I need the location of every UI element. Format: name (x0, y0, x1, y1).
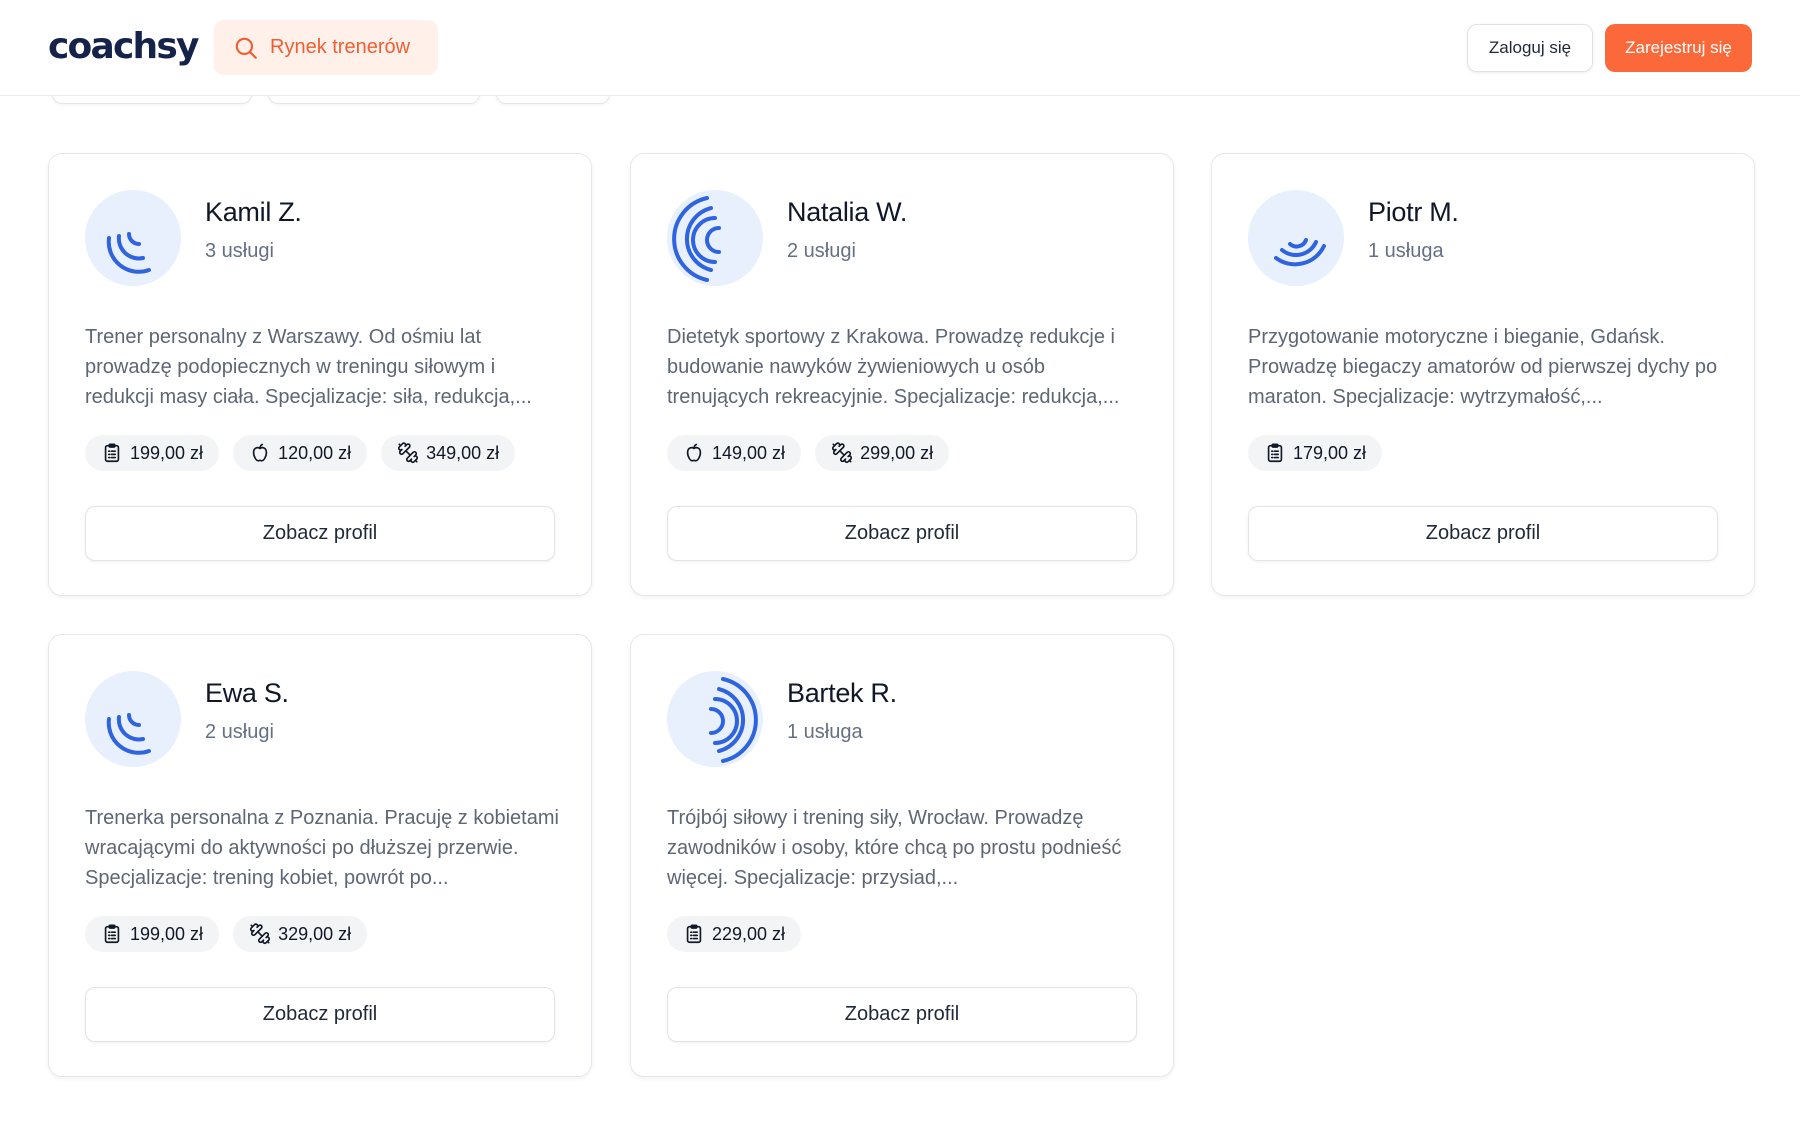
arcs-bottom-left-icon (85, 190, 181, 286)
trainer-name[interactable]: Piotr M. (1368, 197, 1459, 228)
trainer-description: Trójbój siłowy i trening siły, Wrocław. … (667, 807, 1122, 889)
top-navigation-bar: coachsy Rynek trenerów Zaloguj się Zarej… (0, 0, 1800, 96)
price-value: 120,00 zł (278, 442, 352, 463)
price-value: 199,00 zł (130, 923, 204, 944)
view-profile-button[interactable]: Zobacz profil (1248, 506, 1718, 561)
price-list: 229,00 zł (667, 916, 802, 952)
service-count: 1 usługa (1368, 240, 1444, 262)
trainer-avatar[interactable] (667, 190, 763, 286)
price-value: 349,00 zł (426, 442, 500, 463)
dumbbell-icon (397, 442, 426, 464)
trainer-market-button[interactable]: Rynek trenerów (214, 20, 438, 75)
view-profile-button[interactable]: Zobacz profil (667, 987, 1137, 1042)
trainer-card: Kamil Z. 3 usługi Trener personalny z Wars… (48, 153, 592, 596)
arcs-bottom-right-icon (1248, 190, 1344, 286)
price-value: 179,00 zł (1293, 442, 1367, 463)
trainer-name[interactable]: Bartek R. (787, 678, 897, 709)
trainer-avatar[interactable] (85, 671, 181, 767)
clipboard-icon (101, 442, 130, 464)
price-chip: 149,00 zł (667, 435, 802, 471)
register-button[interactable]: Zarejestruj się (1605, 24, 1752, 72)
price-chip: 329,00 zł (233, 916, 368, 952)
price-list: 149,00 zł 299,00 zł (667, 435, 950, 471)
trainer-name[interactable]: Kamil Z. (205, 197, 302, 228)
apple-icon (683, 442, 712, 464)
price-value: 229,00 zł (712, 923, 786, 944)
arcs-bottom-left-icon (85, 671, 181, 767)
price-chip: 199,00 zł (85, 435, 220, 471)
apple-icon (249, 442, 278, 464)
price-chip: 299,00 zł (815, 435, 950, 471)
trainer-card: Ewa S. 2 usługi Trenerka personalna z Pozn… (48, 634, 592, 1077)
login-button[interactable]: Zaloguj się (1467, 24, 1593, 72)
price-list: 179,00 zł (1248, 435, 1383, 471)
price-chip: 349,00 zł (381, 435, 516, 471)
trainer-card: Piotr M. 1 usługa Przygotowanie motoryczne… (1211, 153, 1755, 596)
trainer-avatar[interactable] (85, 190, 181, 286)
price-value: 299,00 zł (860, 442, 934, 463)
trainer-market-label: Rynek trenerów (270, 36, 411, 58)
trainer-card: Bartek R. 1 usługa Trójbój siłowy i trenin… (630, 634, 1174, 1077)
trainer-description: Trenerka personalna z Poznania. Pracuję … (85, 807, 559, 889)
view-profile-button[interactable]: Zobacz profil (667, 506, 1137, 561)
clipboard-icon (683, 923, 712, 945)
price-value: 149,00 zł (712, 442, 786, 463)
trainer-description: Dietetyk sportowy z Krakowa. Prowadzę re… (667, 326, 1120, 408)
service-count: 2 usługi (205, 721, 274, 743)
price-chip: 179,00 zł (1248, 435, 1383, 471)
service-count: 3 usługi (205, 240, 274, 262)
trainer-name[interactable]: Natalia W. (787, 197, 907, 228)
trainer-avatar[interactable] (1248, 190, 1344, 286)
dumbbell-icon (249, 923, 278, 945)
price-chip: 229,00 zł (667, 916, 802, 952)
clipboard-icon (1264, 442, 1293, 464)
view-profile-button[interactable]: Zobacz profil (85, 987, 555, 1042)
trainer-description: Trener personalny z Warszawy. Od ośmiu l… (85, 326, 532, 408)
dumbbell-icon (831, 442, 860, 464)
arcs-left-icon (667, 190, 763, 286)
trainer-card: Natalia W. 2 usługi Dietetyk sportowy z Kr… (630, 153, 1174, 596)
trainer-description: Przygotowanie motoryczne i bieganie, Gda… (1248, 326, 1718, 408)
price-value: 199,00 zł (130, 442, 204, 463)
view-profile-button[interactable]: Zobacz profil (85, 506, 555, 561)
search-icon (235, 37, 257, 59)
service-count: 1 usługa (787, 721, 863, 743)
trainer-avatar[interactable] (667, 671, 763, 767)
price-list: 199,00 zł 329,00 zł (85, 916, 368, 952)
price-list: 199,00 zł 120,00 zł 349,00 zł (85, 435, 516, 471)
clipboard-icon (101, 923, 130, 945)
coachsy-logo[interactable]: coachsy (48, 26, 199, 67)
service-count: 2 usługi (787, 240, 856, 262)
price-value: 329,00 zł (278, 923, 352, 944)
trainer-name[interactable]: Ewa S. (205, 678, 289, 709)
price-chip: 199,00 zł (85, 916, 220, 952)
arcs-right-icon (667, 671, 763, 767)
price-chip: 120,00 zł (233, 435, 368, 471)
